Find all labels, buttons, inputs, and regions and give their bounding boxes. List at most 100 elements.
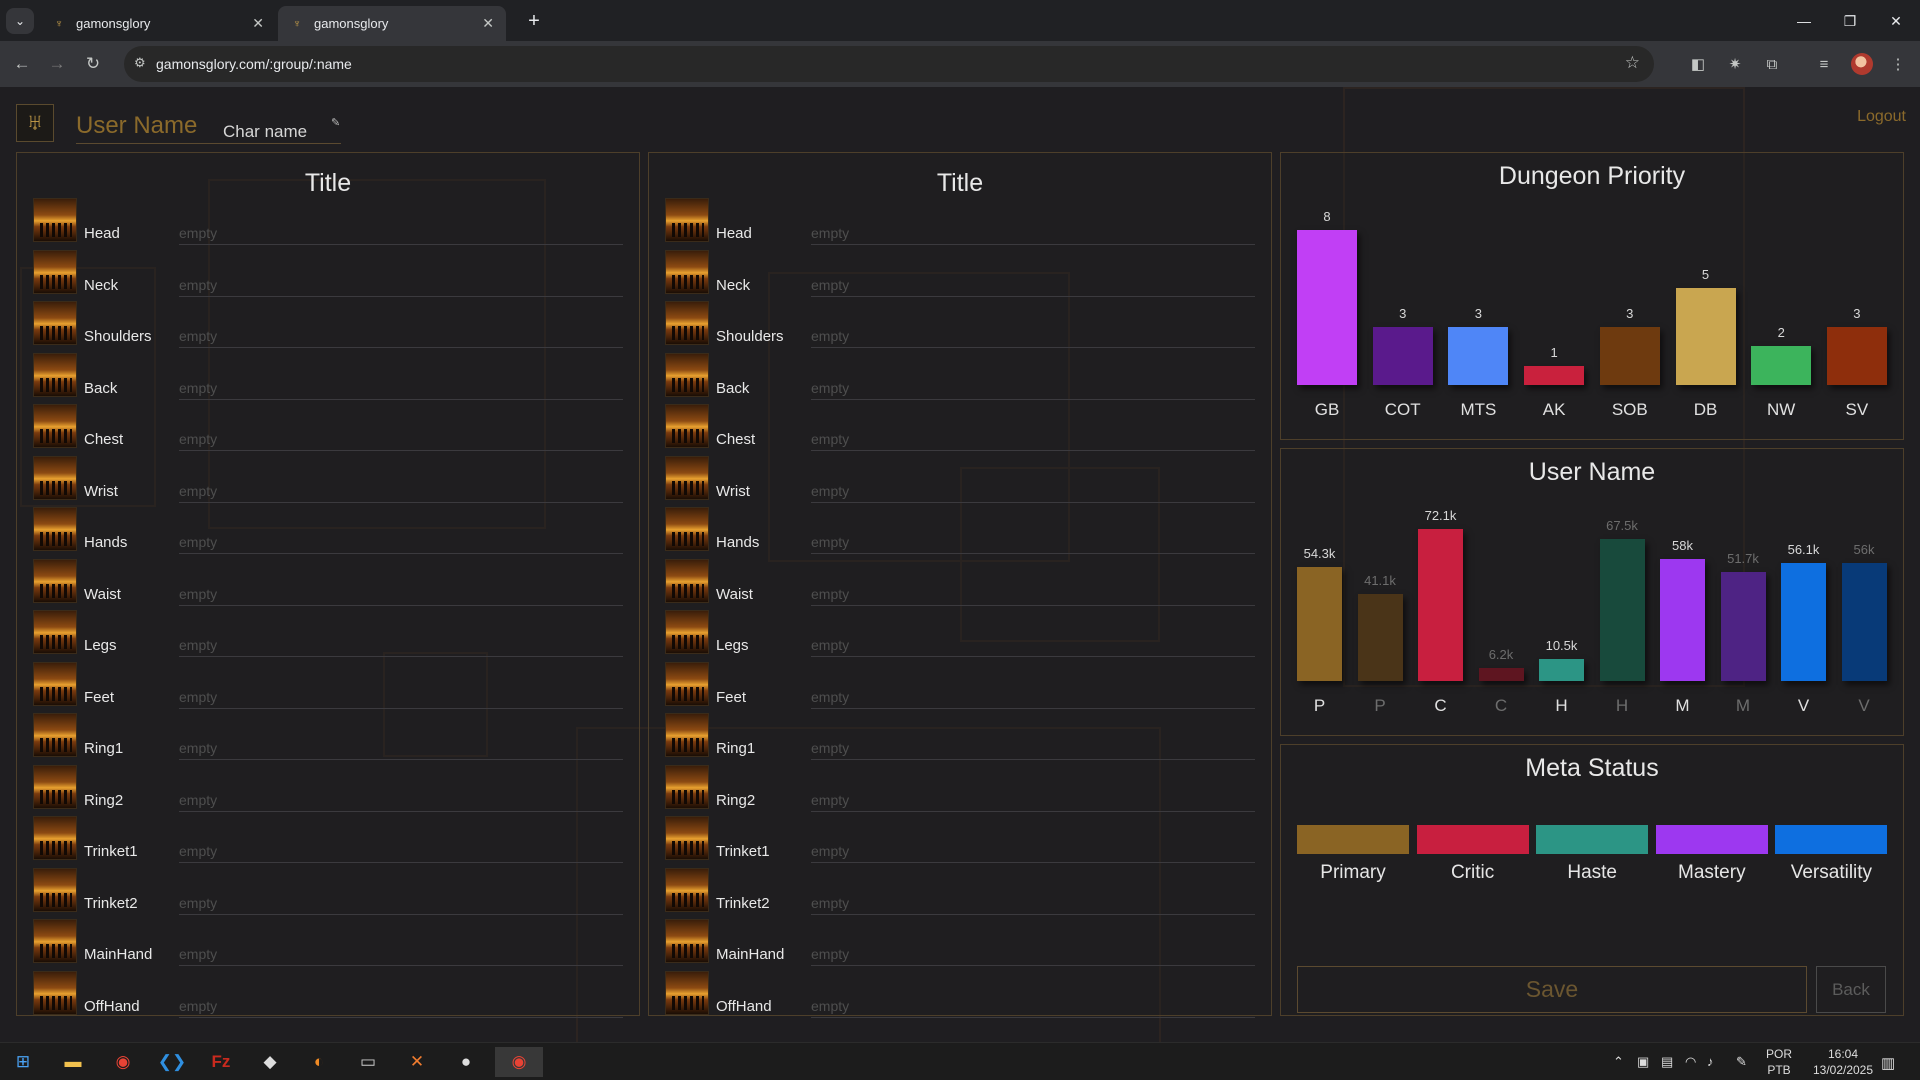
gear-slot-row[interactable]: Feet empty [17,661,639,713]
gear-slot-value[interactable]: empty [179,792,217,808]
terminal-icon[interactable]: ▭ [348,1047,388,1077]
gear-slot-value[interactable]: empty [811,946,849,962]
gear-slot-value[interactable]: empty [179,534,217,550]
gear-slot-row[interactable]: MainHand empty [649,919,1271,970]
chart-bar[interactable] [1660,558,1705,681]
profile-avatar[interactable] [1851,53,1873,75]
chart-bar[interactable] [1826,326,1887,385]
gear-slot-value[interactable]: empty [179,380,217,396]
gear-slot-image[interactable] [665,661,709,706]
tray-device-icon[interactable]: ▤ [1661,1054,1673,1070]
windows-start-icon[interactable]: ⊞ [3,1047,43,1077]
gear-slot-row[interactable]: OffHand empty [649,970,1271,1022]
reading-mode-icon[interactable]: ◧ [1686,52,1710,76]
gear-slot-row[interactable]: Ring2 empty [649,764,1271,816]
gear-slot-row[interactable]: Neck empty [649,249,1271,301]
gear-slot-value[interactable]: empty [811,586,849,602]
gear-slot-value[interactable]: empty [179,895,217,911]
chart-bar[interactable] [1418,529,1463,681]
gear-slot-image[interactable] [665,404,709,448]
gear-slot-row[interactable]: Ring1 empty [17,713,639,764]
language-indicator[interactable]: POR PTB [1766,1046,1792,1078]
gear-slot-value[interactable]: empty [179,946,217,962]
gear-slot-image[interactable] [33,352,77,397]
gear-slot-value[interactable]: empty [179,637,217,653]
gear-slot-value[interactable]: empty [811,225,849,241]
chart-bar[interactable] [1297,566,1342,681]
gear-slot-image[interactable] [665,301,709,345]
gear-slot-row[interactable]: Shoulders empty [649,301,1271,352]
save-button[interactable]: Save [1297,966,1807,1013]
chart-bar[interactable] [1720,572,1766,681]
gear-slot-row[interactable]: Hands empty [649,507,1271,558]
gear-slot-row[interactable]: Chest empty [649,404,1271,455]
file-explorer-icon[interactable]: ▬ [53,1047,93,1077]
chart-bar[interactable] [1524,365,1585,385]
gear-slot-image[interactable] [33,610,77,654]
chart-bar[interactable] [1478,667,1524,681]
media-control-icon[interactable]: ≡ [1812,52,1836,76]
gear-slot-value[interactable]: empty [179,225,217,241]
clock[interactable]: 16:04 13/02/2025 [1808,1046,1878,1078]
edit-icon[interactable]: ✎ [331,116,340,129]
gear-slot-row[interactable]: Waist empty [649,558,1271,610]
forward-arrow-icon[interactable]: → [44,51,70,77]
gear-slot-image[interactable] [33,816,77,860]
reload-icon[interactable]: ↻ [80,51,106,77]
gear-slot-value[interactable]: empty [811,534,849,550]
gear-slot-value[interactable]: empty [179,998,217,1014]
gear-slot-image[interactable] [665,558,709,603]
gear-slot-image[interactable] [33,919,77,963]
gear-slot-image[interactable] [665,970,709,1015]
gear-slot-value[interactable]: empty [179,740,217,756]
gear-slot-value[interactable]: empty [811,328,849,344]
chrome-active-icon[interactable]: ◉ [495,1047,543,1077]
gear-slot-image[interactable] [33,198,77,242]
gear-slot-value[interactable]: empty [811,277,849,293]
gear-slot-image[interactable] [665,816,709,860]
chrome-icon[interactable]: ◉ [103,1047,143,1077]
minimize-icon[interactable]: — [1782,8,1826,34]
gear-slot-image[interactable] [33,404,77,448]
gear-slot-value[interactable]: empty [811,843,849,859]
gear-slot-row[interactable]: Trinket1 empty [17,816,639,867]
browser-tab[interactable]: ♆ gamonsglory ✕ [40,6,276,41]
gear-slot-value[interactable]: empty [179,277,217,293]
tab-search-button[interactable]: ⌄ [6,8,34,34]
gear-slot-image[interactable] [33,661,77,706]
gear-slot-row[interactable]: Trinket2 empty [17,867,639,919]
gear-slot-value[interactable]: empty [811,792,849,808]
gear-slot-row[interactable]: Hands empty [17,507,639,558]
gear-slot-value[interactable]: empty [811,483,849,499]
notifications-icon[interactable]: ▥ [1881,1054,1895,1072]
gear-slot-row[interactable]: Shoulders empty [17,301,639,352]
gear-slot-value[interactable]: empty [811,740,849,756]
gear-slot-row[interactable]: Legs empty [17,610,639,661]
gear-slot-value[interactable]: empty [811,380,849,396]
gear-slot-image[interactable] [33,558,77,603]
blender-icon[interactable]: ◐ [299,1047,339,1077]
gear-slot-image[interactable] [665,352,709,397]
gear-slot-image[interactable] [33,764,77,809]
browser-tab-active[interactable]: ♆ gamonsglory ✕ [278,6,506,41]
gear-slot-value[interactable]: empty [179,586,217,602]
gear-slot-row[interactable]: Back empty [17,352,639,404]
gear-slot-image[interactable] [665,249,709,294]
gear-slot-image[interactable] [33,507,77,551]
gear-slot-row[interactable]: Head empty [649,198,1271,249]
gear-slot-value[interactable]: empty [179,483,217,499]
gear-slot-row[interactable]: Ring1 empty [649,713,1271,764]
close-tab-icon[interactable]: ✕ [482,15,494,32]
gear-slot-row[interactable]: Chest empty [17,404,639,455]
volume-icon[interactable]: ♪ [1707,1054,1714,1069]
github-desktop-icon[interactable]: ● [446,1047,486,1077]
gear-slot-image[interactable] [665,919,709,963]
back-button[interactable]: Back [1816,966,1886,1013]
gear-slot-image[interactable] [665,610,709,654]
gear-slot-image[interactable] [665,713,709,757]
chart-bar[interactable] [1297,230,1357,385]
gear-slot-value[interactable]: empty [811,689,849,705]
chart-bar[interactable] [1599,538,1645,681]
chart-bar[interactable] [1599,326,1660,385]
gear-slot-image[interactable] [33,970,77,1015]
